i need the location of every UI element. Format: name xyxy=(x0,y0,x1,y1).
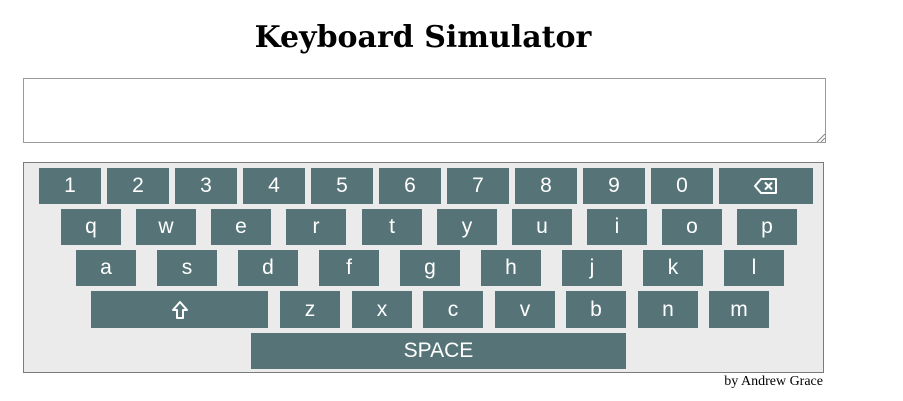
key-4[interactable]: 4 xyxy=(243,168,305,204)
text-output-area[interactable] xyxy=(23,78,826,143)
key-v[interactable]: v xyxy=(495,291,555,328)
key-l[interactable]: l xyxy=(724,250,784,286)
key-h[interactable]: h xyxy=(481,250,541,286)
key-n[interactable]: n xyxy=(638,291,698,328)
key-r[interactable]: r xyxy=(286,209,346,245)
key-w[interactable]: w xyxy=(136,209,196,245)
key-g[interactable]: g xyxy=(400,250,460,286)
key-q[interactable]: q xyxy=(61,209,121,245)
key-b[interactable]: b xyxy=(566,291,626,328)
key-y[interactable]: y xyxy=(437,209,497,245)
key-9[interactable]: 9 xyxy=(583,168,645,204)
backspace-key[interactable] xyxy=(719,168,813,204)
author-credit: by Andrew Grace xyxy=(724,374,823,389)
key-0[interactable]: 0 xyxy=(651,168,713,204)
key-i[interactable]: i xyxy=(587,209,647,245)
key-8[interactable]: 8 xyxy=(515,168,577,204)
key-5[interactable]: 5 xyxy=(311,168,373,204)
key-d[interactable]: d xyxy=(238,250,298,286)
key-p[interactable]: p xyxy=(737,209,797,245)
key-3[interactable]: 3 xyxy=(175,168,237,204)
resize-grip-icon[interactable] xyxy=(816,133,825,142)
key-m[interactable]: m xyxy=(709,291,769,328)
key-k[interactable]: k xyxy=(643,250,703,286)
key-t[interactable]: t xyxy=(362,209,422,245)
key-7[interactable]: 7 xyxy=(447,168,509,204)
space-key[interactable]: SPACE xyxy=(251,333,626,369)
key-c[interactable]: c xyxy=(423,291,483,328)
key-f[interactable]: f xyxy=(319,250,379,286)
shift-key[interactable] xyxy=(91,291,268,328)
key-o[interactable]: o xyxy=(662,209,722,245)
virtual-keyboard: 1 2 3 4 5 6 7 8 9 0 q w e r t y u i o p … xyxy=(23,162,824,373)
backspace-icon xyxy=(754,178,777,194)
page: Keyboard Simulator 1 2 3 4 5 6 7 8 9 0 q… xyxy=(0,0,903,401)
key-a[interactable]: a xyxy=(76,250,136,286)
page-title: Keyboard Simulator xyxy=(254,20,592,55)
key-6[interactable]: 6 xyxy=(379,168,441,204)
key-e[interactable]: e xyxy=(211,209,271,245)
key-x[interactable]: x xyxy=(352,291,412,328)
key-z[interactable]: z xyxy=(280,291,340,328)
key-j[interactable]: j xyxy=(562,250,622,286)
shift-arrow-icon xyxy=(171,300,188,319)
key-u[interactable]: u xyxy=(512,209,572,245)
key-2[interactable]: 2 xyxy=(107,168,169,204)
key-1[interactable]: 1 xyxy=(39,168,101,204)
key-s[interactable]: s xyxy=(157,250,217,286)
